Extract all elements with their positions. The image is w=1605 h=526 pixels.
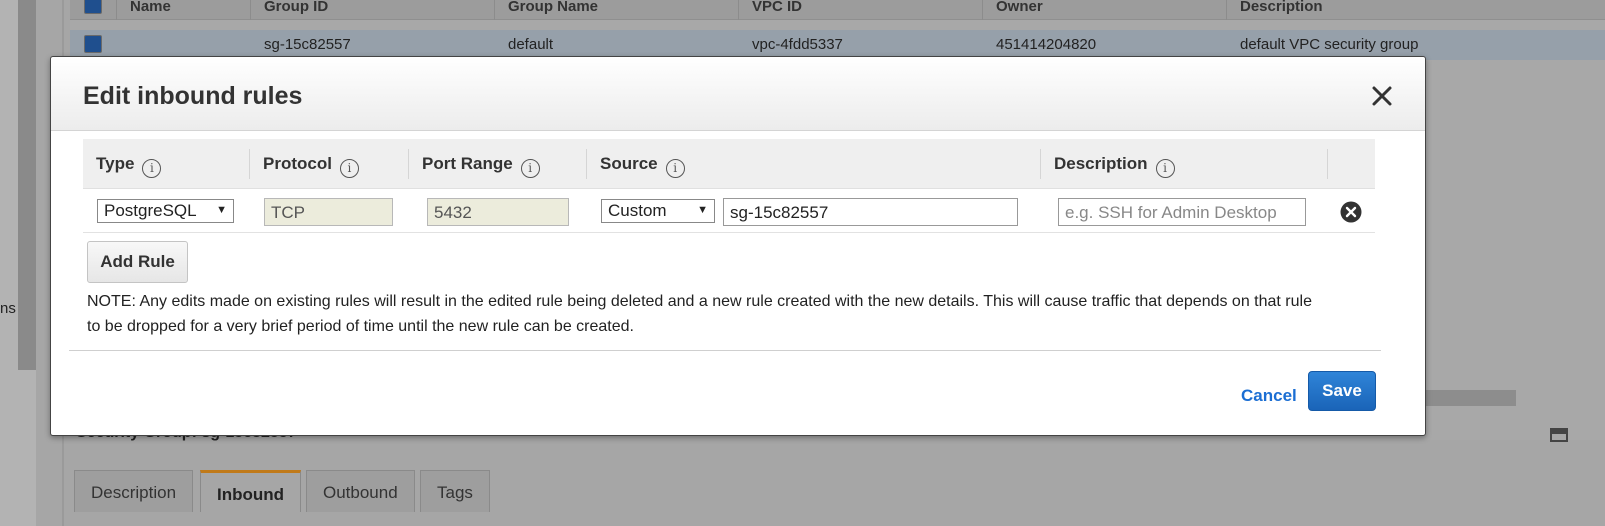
port-range-field: 5432	[427, 198, 569, 226]
info-icon[interactable]: i	[142, 159, 162, 178]
console-sidebar: ns	[0, 0, 36, 526]
rules-table: Type i Protocol i Port Range i Source i Desc…	[83, 139, 1375, 233]
row-owner: 451414204820	[996, 36, 1097, 53]
column-group-id[interactable]: Group ID	[264, 0, 328, 15]
row-group-name: default	[508, 36, 554, 53]
tab-description[interactable]: Description	[74, 470, 194, 512]
row-vpc-id: vpc-4fdd5337	[752, 36, 843, 53]
info-icon[interactable]: i	[520, 159, 540, 178]
column-owner[interactable]: Owner	[996, 0, 1043, 15]
add-rule-button[interactable]: Add Rule	[87, 241, 188, 283]
column-group-name[interactable]: Group Name	[508, 0, 598, 15]
info-icon[interactable]: i	[1155, 159, 1175, 178]
save-button[interactable]: Save	[1308, 371, 1376, 411]
minimize-icon[interactable]	[1550, 428, 1568, 442]
column-description[interactable]: Description	[1240, 0, 1323, 15]
table-header: Name Group ID Group Name VPC ID Owner De…	[70, 0, 1605, 20]
header-source: Source i	[600, 154, 685, 178]
tab-outbound[interactable]: Outbound	[306, 470, 415, 512]
select-all-checkbox[interactable]	[84, 0, 102, 14]
sidebar-scrollbar[interactable]	[18, 0, 36, 370]
dialog-title: Edit inbound rules	[83, 82, 303, 110]
row-group-id: sg-15c82557	[264, 36, 351, 53]
footer-divider	[69, 350, 1381, 351]
edit-inbound-rules-dialog: Edit inbound rules Type i Protocol i Port …	[50, 56, 1426, 436]
dropdown-arrow-icon: ▼	[697, 204, 708, 216]
type-select[interactable]: PostgreSQL ▼	[97, 199, 234, 223]
close-icon[interactable]	[1367, 81, 1397, 111]
description-input[interactable]: e.g. SSH for Admin Desktop	[1058, 198, 1306, 226]
cancel-button[interactable]: Cancel	[1241, 386, 1297, 406]
edit-note: NOTE: Any edits made on existing rules w…	[87, 293, 1312, 335]
protocol-field: TCP	[264, 198, 393, 226]
dropdown-arrow-icon: ▼	[216, 204, 227, 216]
header-type: Type i	[96, 154, 162, 178]
header-description: Description i	[1054, 154, 1175, 178]
tab-inbound[interactable]: Inbound	[200, 470, 302, 512]
header-port-range: Port Range i	[422, 154, 540, 178]
sidebar-text: ns	[0, 300, 16, 317]
source-type-select[interactable]: Custom ▼	[601, 199, 715, 223]
row-checkbox[interactable]	[84, 35, 102, 53]
column-vpc-id[interactable]: VPC ID	[752, 0, 802, 15]
dialog-header: Edit inbound rules	[51, 57, 1425, 131]
rule-row: PostgreSQL ▼ TCP 5432 Custom ▼ sg-15c825…	[83, 189, 1375, 233]
info-icon[interactable]: i	[339, 159, 359, 178]
header-protocol: Protocol i	[263, 154, 359, 178]
remove-rule-icon[interactable]	[1340, 201, 1362, 223]
info-icon[interactable]: i	[665, 159, 685, 178]
source-input[interactable]: sg-15c82557	[723, 198, 1018, 226]
rules-table-header: Type i Protocol i Port Range i Source i Desc…	[83, 139, 1375, 189]
tab-tags[interactable]: Tags	[420, 470, 490, 512]
table-horizontal-scrollbar[interactable]	[1420, 390, 1516, 406]
row-description: default VPC security group	[1240, 36, 1419, 53]
column-name[interactable]: Name	[130, 0, 171, 15]
